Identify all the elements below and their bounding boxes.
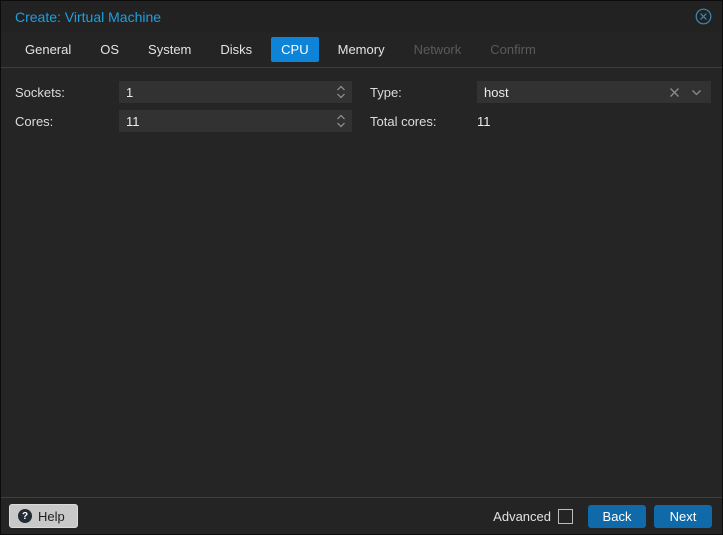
cores-spinner-icon[interactable]	[330, 110, 352, 132]
footer-actions: Advanced Back Next	[493, 505, 712, 528]
tab-memory[interactable]: Memory	[328, 37, 395, 62]
cpu-form: Sockets: 1 Cores: 11	[15, 81, 711, 132]
sockets-row: Sockets: 1	[15, 81, 352, 103]
tab-bar: General OS System Disks CPU Memory Netwo…	[1, 32, 722, 68]
total-cores-row: Total cores: 11	[370, 110, 711, 132]
type-label: Type:	[370, 85, 477, 100]
dialog-footer: ? Help Advanced Back Next	[1, 497, 722, 534]
sockets-value: 1	[119, 85, 330, 100]
dialog-title: Create: Virtual Machine	[15, 9, 161, 25]
tab-confirm[interactable]: Confirm	[480, 37, 546, 62]
advanced-checkbox[interactable]	[558, 509, 573, 524]
next-button[interactable]: Next	[654, 505, 712, 528]
type-value: host	[477, 85, 669, 100]
cores-label: Cores:	[15, 114, 119, 129]
tab-system[interactable]: System	[138, 37, 201, 62]
cores-value: 11	[119, 114, 330, 129]
clear-icon[interactable]	[669, 87, 680, 98]
cores-row: Cores: 11	[15, 110, 352, 132]
total-cores-value: 11	[477, 114, 491, 129]
sockets-spinner-icon[interactable]	[330, 81, 352, 103]
tab-disks[interactable]: Disks	[210, 37, 262, 62]
tab-os[interactable]: OS	[90, 37, 129, 62]
help-button[interactable]: ? Help	[9, 504, 78, 528]
form-left-column: Sockets: 1 Cores: 11	[15, 81, 352, 132]
sockets-label: Sockets:	[15, 85, 119, 100]
create-vm-dialog: Create: Virtual Machine General OS Syste…	[0, 0, 723, 535]
sockets-input[interactable]: 1	[119, 81, 352, 103]
tab-cpu[interactable]: CPU	[271, 37, 318, 62]
type-row: Type: host	[370, 81, 711, 103]
tab-network[interactable]: Network	[404, 37, 472, 62]
type-combobox[interactable]: host	[477, 81, 711, 103]
advanced-label: Advanced	[493, 509, 551, 524]
chevron-down-icon[interactable]	[691, 89, 702, 96]
form-right-column: Type: host	[370, 81, 711, 132]
question-mark-icon: ?	[18, 509, 32, 523]
dialog-titlebar: Create: Virtual Machine	[1, 1, 722, 32]
tab-general[interactable]: General	[15, 37, 81, 62]
help-button-label: Help	[38, 509, 65, 524]
dialog-body: Sockets: 1 Cores: 11	[1, 68, 722, 497]
close-icon[interactable]	[695, 8, 712, 25]
cores-input[interactable]: 11	[119, 110, 352, 132]
type-combo-tools	[669, 87, 711, 98]
total-cores-label: Total cores:	[370, 114, 477, 129]
back-button[interactable]: Back	[588, 505, 646, 528]
